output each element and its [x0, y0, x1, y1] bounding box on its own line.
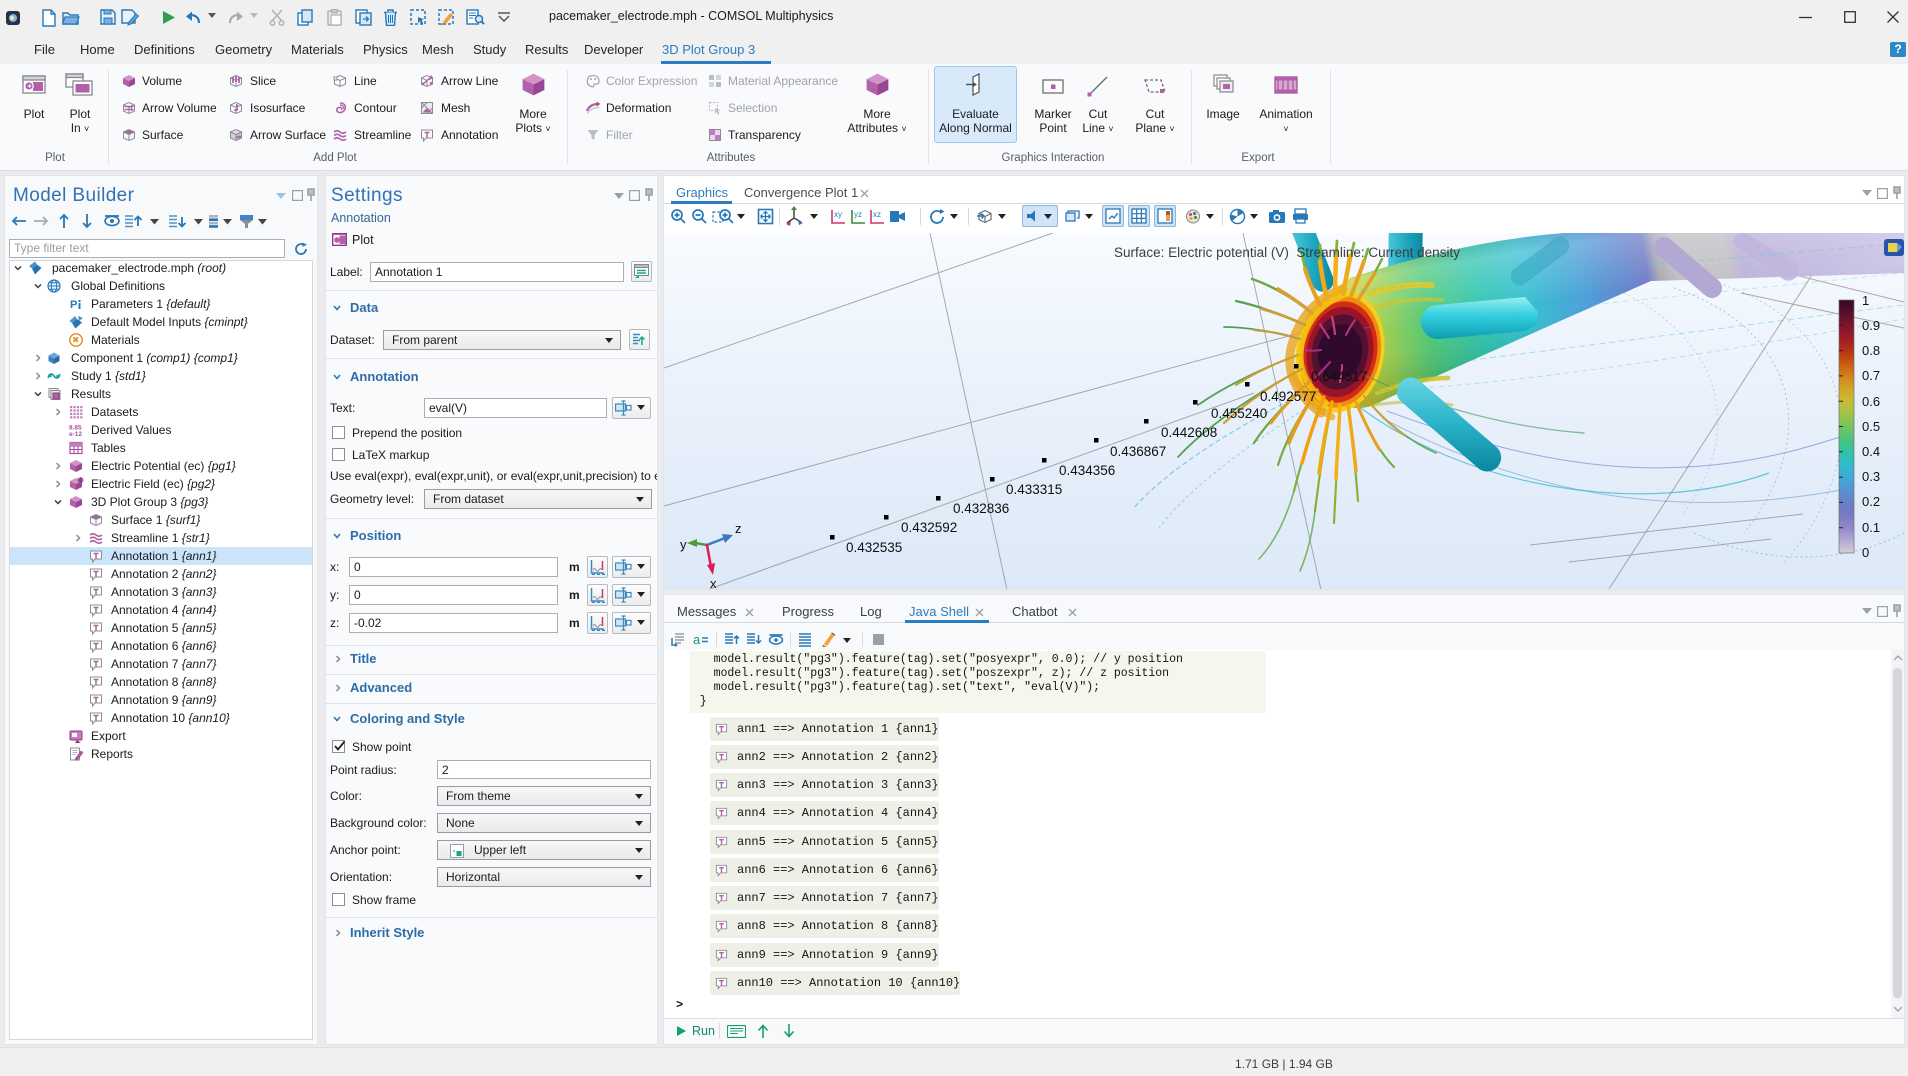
svg-text:z: z — [735, 521, 742, 536]
svg-text:0: 0 — [1862, 545, 1869, 560]
svg-text:y: y — [680, 537, 687, 552]
svg-text:0.436867: 0.436867 — [1110, 444, 1166, 459]
svg-text:0.434356: 0.434356 — [1059, 463, 1115, 478]
svg-text:0.644517: 0.644517 — [1311, 369, 1367, 384]
svg-text:Surface: Electric potential (V: Surface: Electric potential (V) Streamli… — [1114, 245, 1460, 260]
svg-text:xz: xz — [873, 210, 881, 219]
svg-text:xy: xy — [834, 210, 842, 219]
svg-text:1: 1 — [1862, 293, 1869, 308]
svg-text:0.1: 0.1 — [1862, 520, 1880, 535]
svg-text:0.6: 0.6 — [1862, 394, 1880, 409]
svg-text:0.7: 0.7 — [1862, 368, 1880, 383]
svg-text:0.2: 0.2 — [1862, 494, 1880, 509]
svg-text:0.3: 0.3 — [1862, 469, 1880, 484]
svg-text:0.9: 0.9 — [1862, 318, 1880, 333]
svg-text:a: a — [693, 632, 701, 647]
svg-text:x: x — [710, 576, 717, 589]
svg-text:0.8: 0.8 — [1862, 343, 1880, 358]
svg-text:0.492577: 0.492577 — [1260, 389, 1316, 404]
svg-text:0.442608: 0.442608 — [1161, 425, 1217, 440]
svg-text:yz: yz — [854, 210, 862, 219]
svg-text:0.5: 0.5 — [1862, 419, 1880, 434]
svg-text:0.432592: 0.432592 — [901, 520, 957, 535]
svg-text:0.455240: 0.455240 — [1211, 406, 1267, 421]
svg-text:0.432535: 0.432535 — [846, 540, 902, 555]
svg-text:0.433315: 0.433315 — [1006, 482, 1062, 497]
svg-text:0.432836: 0.432836 — [953, 501, 1009, 516]
svg-text:0.4: 0.4 — [1862, 444, 1880, 459]
